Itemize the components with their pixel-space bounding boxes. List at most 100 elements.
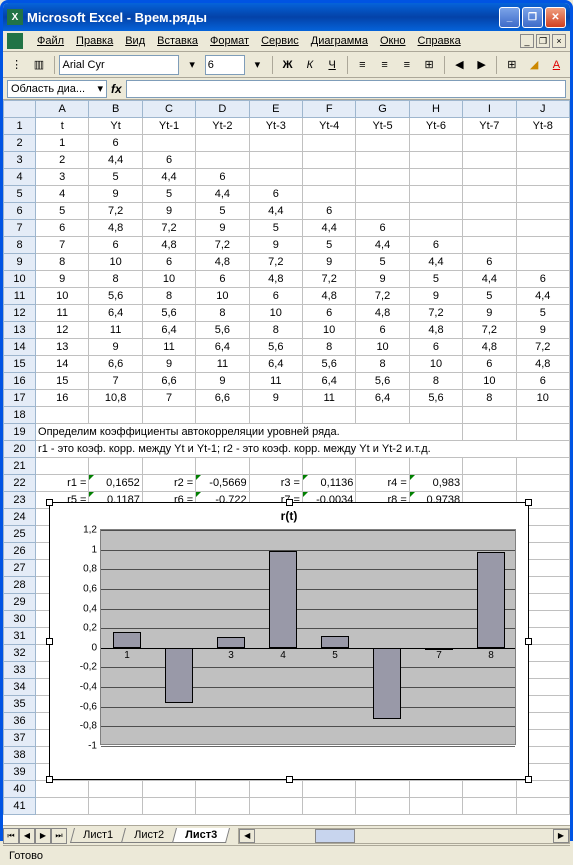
cell[interactable]: 7,2	[89, 203, 142, 220]
row-header-10[interactable]: 10	[4, 271, 36, 288]
cell[interactable]	[409, 186, 462, 203]
cell[interactable]: 10	[249, 305, 302, 322]
font-name-combo[interactable]	[59, 55, 179, 75]
cell[interactable]: 11	[36, 305, 89, 322]
cell[interactable]: 5,6	[196, 322, 249, 339]
menu-Сервис[interactable]: Сервис	[255, 33, 305, 49]
cell[interactable]	[142, 458, 195, 475]
cell[interactable]: 6	[142, 254, 195, 271]
row-header-24[interactable]: 24	[4, 509, 36, 526]
cell[interactable]: 6	[409, 237, 462, 254]
cell[interactable]: 4,4	[516, 288, 569, 305]
toolbar-button[interactable]: ▥	[29, 55, 48, 75]
row-header-39[interactable]: 39	[4, 764, 36, 781]
cell[interactable]	[249, 798, 302, 815]
cell[interactable]	[356, 407, 409, 424]
cell[interactable]: 9	[409, 288, 462, 305]
cell[interactable]	[516, 186, 569, 203]
cell[interactable]: Yt-4	[302, 118, 355, 135]
cell[interactable]: 11	[142, 339, 195, 356]
cell[interactable]	[249, 781, 302, 798]
cell[interactable]: 16	[36, 390, 89, 407]
formula-input[interactable]	[126, 80, 566, 98]
cell[interactable]	[516, 254, 569, 271]
row-header-34[interactable]: 34	[4, 679, 36, 696]
select-all-corner[interactable]	[4, 101, 36, 118]
cell[interactable]	[463, 475, 516, 492]
cell[interactable]	[409, 203, 462, 220]
cell[interactable]	[516, 135, 569, 152]
scroll-thumb[interactable]	[315, 829, 355, 843]
row-header-29[interactable]: 29	[4, 594, 36, 611]
cell[interactable]: 4,8	[142, 237, 195, 254]
col-header-D[interactable]: D	[196, 101, 249, 118]
row-header-2[interactable]: 2	[4, 135, 36, 152]
menu-Диаграмма[interactable]: Диаграмма	[305, 33, 374, 49]
cell[interactable]	[302, 781, 355, 798]
cell[interactable]: 9	[516, 322, 569, 339]
cell[interactable]: 9	[196, 220, 249, 237]
row-header-7[interactable]: 7	[4, 220, 36, 237]
cell[interactable]	[463, 424, 516, 441]
align-right-button[interactable]: ≡	[397, 55, 416, 75]
cell[interactable]: 7,2	[516, 339, 569, 356]
cell[interactable]	[463, 781, 516, 798]
cell[interactable]: 6	[356, 322, 409, 339]
fill-color-button[interactable]: ◢	[524, 55, 543, 75]
cell[interactable]: 9	[142, 203, 195, 220]
tab-prev-button[interactable]: ◀	[19, 828, 35, 844]
col-header-H[interactable]: H	[409, 101, 462, 118]
cell[interactable]: 9	[36, 271, 89, 288]
row-header-21[interactable]: 21	[4, 458, 36, 475]
cell[interactable]	[516, 203, 569, 220]
cell[interactable]: 5	[463, 288, 516, 305]
cell[interactable]: 10	[463, 373, 516, 390]
cell[interactable]	[356, 781, 409, 798]
cell[interactable]: 9	[463, 305, 516, 322]
row-header-26[interactable]: 26	[4, 543, 36, 560]
row-header-23[interactable]: 23	[4, 492, 36, 509]
cell[interactable]: 4,4	[356, 237, 409, 254]
cell[interactable]	[409, 152, 462, 169]
doc-close-button[interactable]: ×	[552, 34, 566, 48]
cell[interactable]: 5,6	[142, 305, 195, 322]
chart-plot-area[interactable]: -1-0,8-0,6-0,4-0,200,20,40,60,811,212345…	[100, 529, 516, 745]
row-header-3[interactable]: 3	[4, 152, 36, 169]
cell[interactable]: 6	[356, 220, 409, 237]
cell[interactable]	[249, 458, 302, 475]
col-header-A[interactable]: A	[36, 101, 89, 118]
cell[interactable]	[142, 798, 195, 815]
cell[interactable]	[409, 169, 462, 186]
minimize-button[interactable]: _	[499, 7, 520, 28]
row-header-13[interactable]: 13	[4, 322, 36, 339]
menu-Правка[interactable]: Правка	[70, 33, 119, 49]
cell[interactable]: 8	[463, 390, 516, 407]
cell[interactable]: 6,4	[142, 322, 195, 339]
menu-Формат[interactable]: Формат	[204, 33, 255, 49]
chart-bar[interactable]	[165, 648, 193, 704]
cell[interactable]: 0,1136	[302, 475, 355, 492]
cell[interactable]	[409, 220, 462, 237]
cell[interactable]	[89, 407, 142, 424]
cell[interactable]: r2 =	[142, 475, 195, 492]
cell[interactable]: r1 =	[36, 475, 89, 492]
cell[interactable]	[516, 407, 569, 424]
chart-bar[interactable]	[217, 637, 245, 648]
chart-bar[interactable]	[113, 632, 141, 648]
cell[interactable]	[356, 186, 409, 203]
cell[interactable]	[249, 407, 302, 424]
cell[interactable]: 5,6	[302, 356, 355, 373]
cell[interactable]: 4	[36, 186, 89, 203]
cell[interactable]: 4,8	[409, 322, 462, 339]
align-left-button[interactable]: ≡	[353, 55, 372, 75]
cell[interactable]	[409, 781, 462, 798]
cell[interactable]	[249, 169, 302, 186]
cell[interactable]	[516, 220, 569, 237]
toolbar-handle-icon[interactable]: ⋮	[7, 55, 26, 75]
menu-Справка[interactable]: Справка	[412, 33, 467, 49]
row-header-30[interactable]: 30	[4, 611, 36, 628]
cell[interactable]	[516, 237, 569, 254]
cell[interactable]: Yt	[89, 118, 142, 135]
row-header-35[interactable]: 35	[4, 696, 36, 713]
cell[interactable]	[302, 458, 355, 475]
